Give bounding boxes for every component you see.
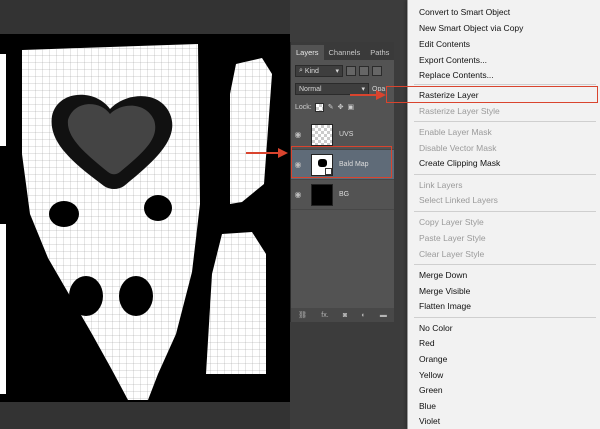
menu-item-blue[interactable]: Blue bbox=[408, 398, 600, 414]
kind-filter-label: Kind bbox=[304, 67, 319, 75]
layer-name: BG bbox=[339, 191, 350, 198]
annotation-arrow-left bbox=[246, 148, 288, 158]
menu-item-rasterize-layer-style[interactable]: Rasterize Layer Style bbox=[408, 103, 600, 119]
tab-paths[interactable]: Paths bbox=[365, 45, 394, 60]
annotation-arrow-right bbox=[350, 90, 386, 100]
menu-item-replace-contents[interactable]: Replace Contents... bbox=[408, 67, 600, 83]
menu-item-merge-down[interactable]: Merge Down bbox=[408, 267, 600, 283]
tab-channels[interactable]: Channels bbox=[324, 45, 366, 60]
menu-item-red[interactable]: Red bbox=[408, 335, 600, 351]
fx-icon[interactable]: fx. bbox=[321, 312, 328, 319]
menu-separator bbox=[414, 174, 596, 175]
menu-item-merge-visible[interactable]: Merge Visible bbox=[408, 283, 600, 299]
folder-icon[interactable]: ▬ bbox=[380, 312, 387, 319]
kind-filter-select[interactable]: ⌕ Kind ▾ bbox=[295, 65, 343, 77]
menu-item-green[interactable]: Green bbox=[408, 382, 600, 398]
type-filter-icon[interactable] bbox=[372, 66, 382, 76]
rasterize-highlight-annotation bbox=[386, 86, 598, 103]
layer-thumbnail bbox=[311, 123, 333, 146]
menu-item-violet[interactable]: Violet bbox=[408, 413, 600, 429]
eye-icon[interactable]: ◉ bbox=[291, 190, 305, 199]
menu-item-select-linked-layers[interactable]: Select Linked Layers bbox=[408, 192, 600, 208]
menu-separator bbox=[414, 264, 596, 265]
menu-item-convert-to-smart-object[interactable]: Convert to Smart Object bbox=[408, 4, 600, 20]
menu-item-orange[interactable]: Orange bbox=[408, 351, 600, 367]
lock-transparency-icon[interactable] bbox=[314, 102, 324, 112]
menu-item-flatten-image[interactable]: Flatten Image bbox=[408, 298, 600, 314]
tab-layers[interactable]: Layers bbox=[291, 45, 324, 60]
menu-item-link-layers[interactable]: Link Layers bbox=[408, 177, 600, 193]
search-icon: ⌕ bbox=[299, 67, 303, 74]
lock-brush-icon[interactable]: ✎ bbox=[328, 103, 334, 111]
pixel-filter-icon[interactable] bbox=[346, 66, 356, 76]
document-area bbox=[0, 0, 290, 429]
eye-icon[interactable]: ◉ bbox=[291, 130, 305, 139]
layer-row-bg[interactable]: ◉ BG bbox=[291, 180, 394, 210]
panel-tabs: Layers Channels Paths bbox=[291, 42, 394, 60]
layer-highlight-annotation bbox=[291, 146, 392, 178]
layers-panel: Layers Channels Paths ⌕ Kind ▾ Normal ▾ … bbox=[290, 42, 394, 322]
layer-name: UVS bbox=[339, 131, 354, 138]
menu-item-edit-contents[interactable]: Edit Contents bbox=[408, 36, 600, 52]
lock-label: Lock: bbox=[295, 103, 312, 111]
menu-item-yellow[interactable]: Yellow bbox=[408, 367, 600, 383]
chevron-down-icon: ▾ bbox=[335, 68, 339, 75]
menu-item-clear-layer-style[interactable]: Clear Layer Style bbox=[408, 246, 600, 262]
menu-item-no-color[interactable]: No Color bbox=[408, 320, 600, 336]
layer-thumbnail bbox=[311, 183, 333, 206]
blend-mode-label: Normal bbox=[299, 85, 322, 93]
menu-separator bbox=[414, 121, 596, 122]
menu-item-disable-vector-mask[interactable]: Disable Vector Mask bbox=[408, 140, 600, 156]
menu-item-create-clipping-mask[interactable]: Create Clipping Mask bbox=[408, 155, 600, 171]
menu-separator bbox=[414, 317, 596, 318]
menu-item-copy-layer-style[interactable]: Copy Layer Style bbox=[408, 214, 600, 230]
adjustment-filter-icon[interactable] bbox=[359, 66, 369, 76]
mask-icon[interactable]: ◙ bbox=[343, 312, 347, 319]
adjustment-icon[interactable]: ◐ bbox=[361, 312, 365, 319]
menu-item-new-smart-object-via-copy[interactable]: New Smart Object via Copy bbox=[408, 20, 600, 36]
filter-row: ⌕ Kind ▾ bbox=[295, 64, 382, 78]
menu-item-paste-layer-style[interactable]: Paste Layer Style bbox=[408, 230, 600, 246]
panel-footer: ⛓ fx. ◙ ◐ ▬ bbox=[291, 308, 394, 322]
menu-separator bbox=[414, 84, 596, 85]
lock-position-icon[interactable]: ✥ bbox=[338, 103, 344, 111]
menu-separator bbox=[414, 211, 596, 212]
context-menu: Convert to Smart Object New Smart Object… bbox=[407, 0, 600, 429]
link-icon[interactable]: ⛓ bbox=[298, 311, 307, 319]
lock-row: Lock: ✎ ✥ ▣ bbox=[295, 100, 354, 114]
menu-item-enable-layer-mask[interactable]: Enable Layer Mask bbox=[408, 124, 600, 140]
uv-map-canvas[interactable] bbox=[0, 34, 290, 402]
uv-map-image bbox=[0, 44, 272, 400]
lock-all-icon[interactable]: ▣ bbox=[347, 103, 354, 111]
menu-item-export-contents[interactable]: Export Contents... bbox=[408, 52, 600, 68]
